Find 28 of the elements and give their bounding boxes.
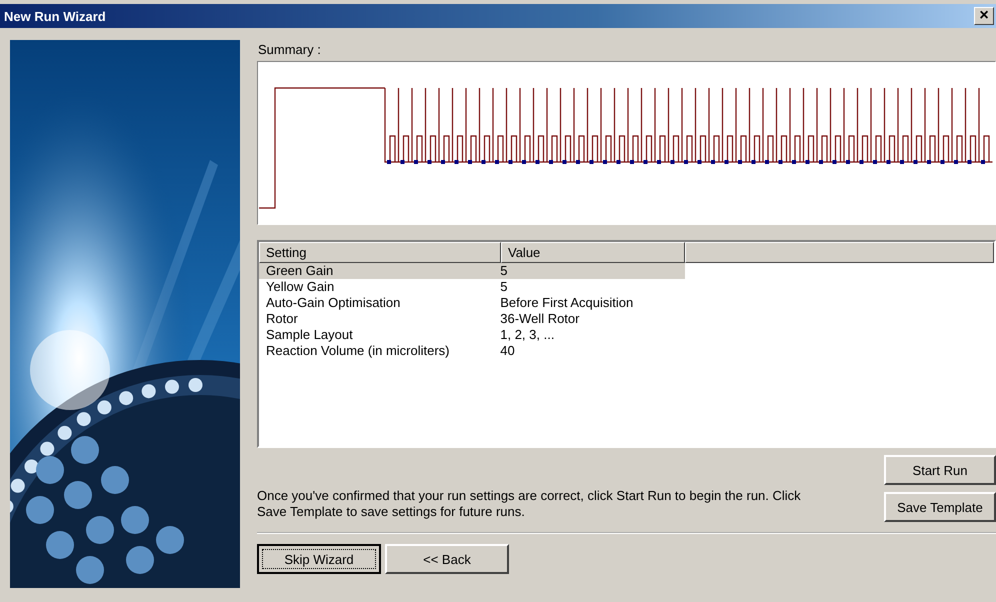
setting-cell-text: Auto-Gain Optimisation — [265, 295, 402, 311]
table-row[interactable]: Green Gain 5 — [259, 263, 685, 279]
close-button[interactable]: × — [974, 7, 994, 25]
value-cell-text: 5 — [499, 263, 508, 279]
instructions-text: Once you've confirmed that your run settings are correct, click Start Run to begin the run. Click Save Template to save settings for future runs. — [257, 488, 802, 520]
setting-cell-text: Green Gain — [265, 263, 334, 279]
setting-cell-text: Rotor — [265, 311, 299, 327]
value-cell-text: 36-Well Rotor — [499, 311, 580, 327]
value-cell-text: Before First Acquisition — [499, 295, 634, 311]
table-row[interactable]: Yellow Gain 5 — [259, 279, 685, 295]
start-run-button[interactable]: Start Run — [884, 455, 996, 485]
save-template-button[interactable]: Save Template — [884, 492, 996, 522]
setting-cell-text: Reaction Volume (in microliters) — [265, 343, 451, 359]
value-cell-text: 5 — [499, 279, 508, 295]
table-row[interactable]: Reaction Volume (in microliters) 40 — [259, 343, 685, 359]
summary-label: Summary : — [258, 42, 322, 57]
column-header[interactable]: Value — [501, 242, 685, 263]
back-button[interactable]: << Back — [385, 544, 509, 574]
skip-wizard-button[interactable]: Skip Wizard — [257, 544, 381, 574]
table-row[interactable]: Auto-Gain Optimisation Before First Acquisition — [259, 295, 685, 311]
table-row[interactable]: Sample Layout 1, 2, 3, ... — [259, 327, 685, 343]
table-row[interactable]: Rotor 36-Well Rotor — [259, 311, 685, 327]
window-title: New Run Wizard — [4, 8, 106, 24]
value-cell-text: 1, 2, 3, ... — [499, 327, 556, 343]
setting-cell-text: Sample Layout — [265, 327, 354, 343]
column-header[interactable]: Setting — [259, 242, 501, 263]
value-cell-text: 40 — [499, 343, 516, 359]
setting-cell-text: Yellow Gain — [265, 279, 336, 295]
